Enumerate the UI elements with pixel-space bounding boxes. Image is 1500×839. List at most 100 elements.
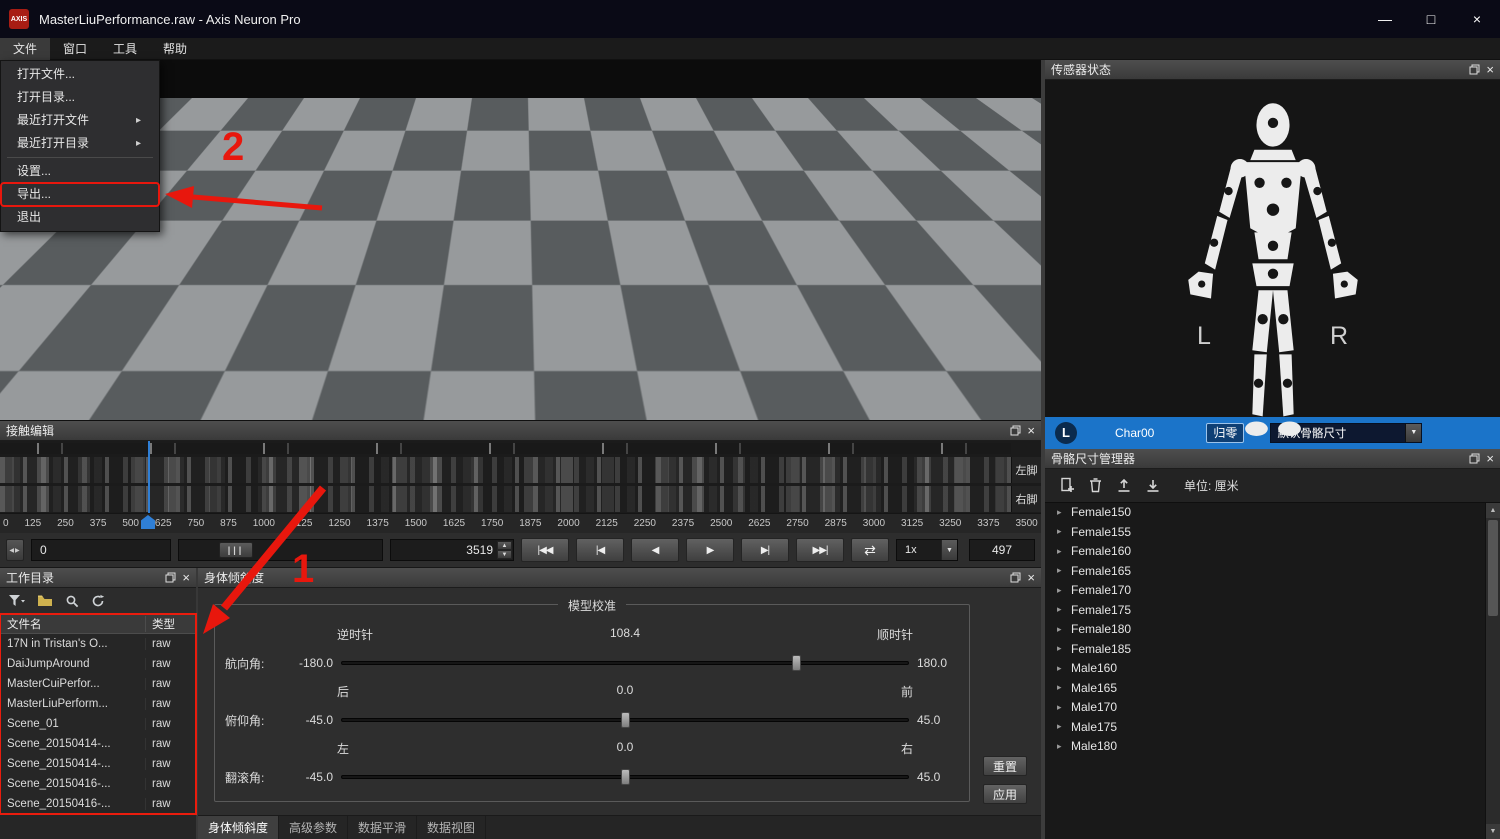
expand-arrow-icon[interactable]: ▸ <box>1057 702 1071 713</box>
scroll-down-icon[interactable]: ▼ <box>1486 824 1500 839</box>
refresh-icon[interactable] <box>91 594 105 608</box>
menu-item-export[interactable]: 导出... <box>1 183 159 206</box>
timeline-ruler[interactable]: 0125250375500625750875100011251250137515… <box>0 513 1041 533</box>
list-item[interactable]: ▸ Male160 <box>1045 659 1485 679</box>
go-start-button[interactable]: |◀◀ <box>521 538 569 562</box>
tab-data-view[interactable]: 数据视图 <box>417 816 486 839</box>
close-panel-icon[interactable]: × <box>182 571 190 584</box>
menu-item-open-directory[interactable]: 打开目录... <box>1 86 159 109</box>
range-thumb[interactable]: ||| <box>219 542 253 558</box>
loop-button[interactable]: ⇄ <box>851 538 889 562</box>
table-row[interactable]: MasterLiuPerform... raw <box>0 694 196 714</box>
table-row[interactable]: MasterCuiPerfor... raw <box>0 674 196 694</box>
expand-arrow-icon[interactable]: ▸ <box>1057 546 1071 557</box>
close-panel-icon[interactable]: × <box>1486 63 1494 76</box>
expand-arrow-icon[interactable]: ▸ <box>1057 663 1071 674</box>
range-spin-icon[interactable]: ◀▶ <box>6 539 24 561</box>
float-panel-icon[interactable] <box>1010 572 1021 583</box>
float-panel-icon[interactable] <box>1469 453 1480 464</box>
menu-item-recent-directories[interactable]: 最近打开目录▸ <box>1 132 159 155</box>
menu-item-recent-files[interactable]: 最近打开文件▸ <box>1 109 159 132</box>
menu-tools[interactable]: 工具 <box>100 38 150 60</box>
column-filename[interactable]: 文件名 <box>0 616 146 632</box>
clip-end-field[interactable]: 3519 ▲▼ <box>390 539 514 561</box>
table-row[interactable]: Scene_20150414-... raw <box>0 734 196 754</box>
right-foot-contact-track[interactable] <box>0 486 1011 512</box>
maximize-button[interactable]: □ <box>1408 0 1454 38</box>
list-item[interactable]: ▸ Male180 <box>1045 737 1485 757</box>
dropdown-arrow-icon[interactable]: ▼ <box>1405 424 1421 442</box>
yaw-slider[interactable] <box>341 654 909 672</box>
filter-icon[interactable] <box>8 594 25 608</box>
expand-arrow-icon[interactable]: ▸ <box>1057 526 1071 537</box>
play-backward-button[interactable]: ◀ <box>631 538 679 562</box>
float-panel-icon[interactable] <box>1010 425 1021 436</box>
close-panel-icon[interactable]: × <box>1486 452 1494 465</box>
tab-body-tilt[interactable]: 身体倾斜度 <box>198 816 279 839</box>
list-item[interactable]: ▸ Female175 <box>1045 600 1485 620</box>
current-frame-field[interactable]: 497 <box>969 539 1035 561</box>
expand-arrow-icon[interactable]: ▸ <box>1057 585 1071 596</box>
menu-item-settings[interactable]: 设置... <box>1 160 159 183</box>
expand-arrow-icon[interactable]: ▸ <box>1057 643 1071 654</box>
list-item[interactable]: ▸ Female180 <box>1045 620 1485 640</box>
scrollbar-thumb[interactable] <box>1488 520 1498 616</box>
close-button[interactable]: × <box>1454 0 1500 38</box>
timeline-marker-strip[interactable] <box>0 443 1011 454</box>
left-foot-contact-track[interactable] <box>0 457 1011 483</box>
column-type[interactable]: 类型 <box>146 616 196 632</box>
float-panel-icon[interactable] <box>1469 64 1480 75</box>
menu-item-exit[interactable]: 退出 <box>1 206 159 229</box>
scrollbar[interactable]: ▲ ▼ <box>1485 503 1500 839</box>
list-item[interactable]: ▸ Female155 <box>1045 522 1485 542</box>
expand-arrow-icon[interactable]: ▸ <box>1057 507 1071 518</box>
list-item[interactable]: ▸ Female185 <box>1045 639 1485 659</box>
list-item[interactable]: ▸ Male175 <box>1045 717 1485 737</box>
timeline-range-scrollbar[interactable]: ||| <box>178 539 383 561</box>
float-panel-icon[interactable] <box>165 572 176 583</box>
open-folder-icon[interactable] <box>37 594 53 607</box>
table-row[interactable]: Scene_20150414-... raw <box>0 754 196 774</box>
delete-skeleton-icon[interactable] <box>1088 477 1103 493</box>
play-button[interactable]: ▶ <box>686 538 734 562</box>
tab-advanced-params[interactable]: 高级参数 <box>279 816 348 839</box>
table-row[interactable]: Scene_20150416-... raw <box>0 774 196 794</box>
pitch-slider-handle[interactable] <box>621 712 630 728</box>
roll-slider[interactable] <box>341 768 909 786</box>
clip-start-field[interactable]: 0 <box>31 539 171 561</box>
menu-help[interactable]: 帮助 <box>150 38 200 60</box>
list-item[interactable]: ▸ Male165 <box>1045 678 1485 698</box>
table-row[interactable]: DaiJumpAround raw <box>0 654 196 674</box>
expand-arrow-icon[interactable]: ▸ <box>1057 604 1071 615</box>
tab-data-smoothing[interactable]: 数据平滑 <box>348 816 417 839</box>
list-item[interactable]: ▸ Female160 <box>1045 542 1485 562</box>
expand-arrow-icon[interactable]: ▸ <box>1057 721 1071 732</box>
menu-file[interactable]: 文件 <box>0 38 50 60</box>
list-item[interactable]: ▸ Male170 <box>1045 698 1485 718</box>
speed-dropdown-arrow-icon[interactable]: ▼ <box>941 540 957 560</box>
close-panel-icon[interactable]: × <box>1027 424 1035 437</box>
file-table-header[interactable]: 文件名 类型 <box>0 614 196 634</box>
list-item[interactable]: ▸ Female165 <box>1045 561 1485 581</box>
table-row[interactable]: 17N in Tristan's O... raw <box>0 634 196 654</box>
expand-arrow-icon[interactable]: ▸ <box>1057 682 1071 693</box>
next-frame-button[interactable]: ▶| <box>741 538 789 562</box>
minimize-button[interactable]: — <box>1362 0 1408 38</box>
list-item[interactable]: ▸ Female150 <box>1045 503 1485 523</box>
close-panel-icon[interactable]: × <box>1027 571 1035 584</box>
pitch-slider[interactable] <box>341 711 909 729</box>
end-spinner[interactable]: ▲▼ <box>497 541 512 559</box>
roll-slider-handle[interactable] <box>621 769 630 785</box>
scroll-up-icon[interactable]: ▲ <box>1486 503 1500 518</box>
menu-window[interactable]: 窗口 <box>50 38 100 60</box>
table-row[interactable]: Scene_01 raw <box>0 714 196 734</box>
yaw-slider-handle[interactable] <box>792 655 801 671</box>
apply-button[interactable]: 应用 <box>983 784 1027 804</box>
add-skeleton-icon[interactable] <box>1059 477 1075 493</box>
export-icon[interactable] <box>1145 477 1161 493</box>
search-icon[interactable] <box>65 594 79 608</box>
menu-item-open-file[interactable]: 打开文件... <box>1 63 159 86</box>
timeline-playhead[interactable] <box>148 441 150 513</box>
go-end-button[interactable]: ▶▶| <box>796 538 844 562</box>
expand-arrow-icon[interactable]: ▸ <box>1057 741 1071 752</box>
